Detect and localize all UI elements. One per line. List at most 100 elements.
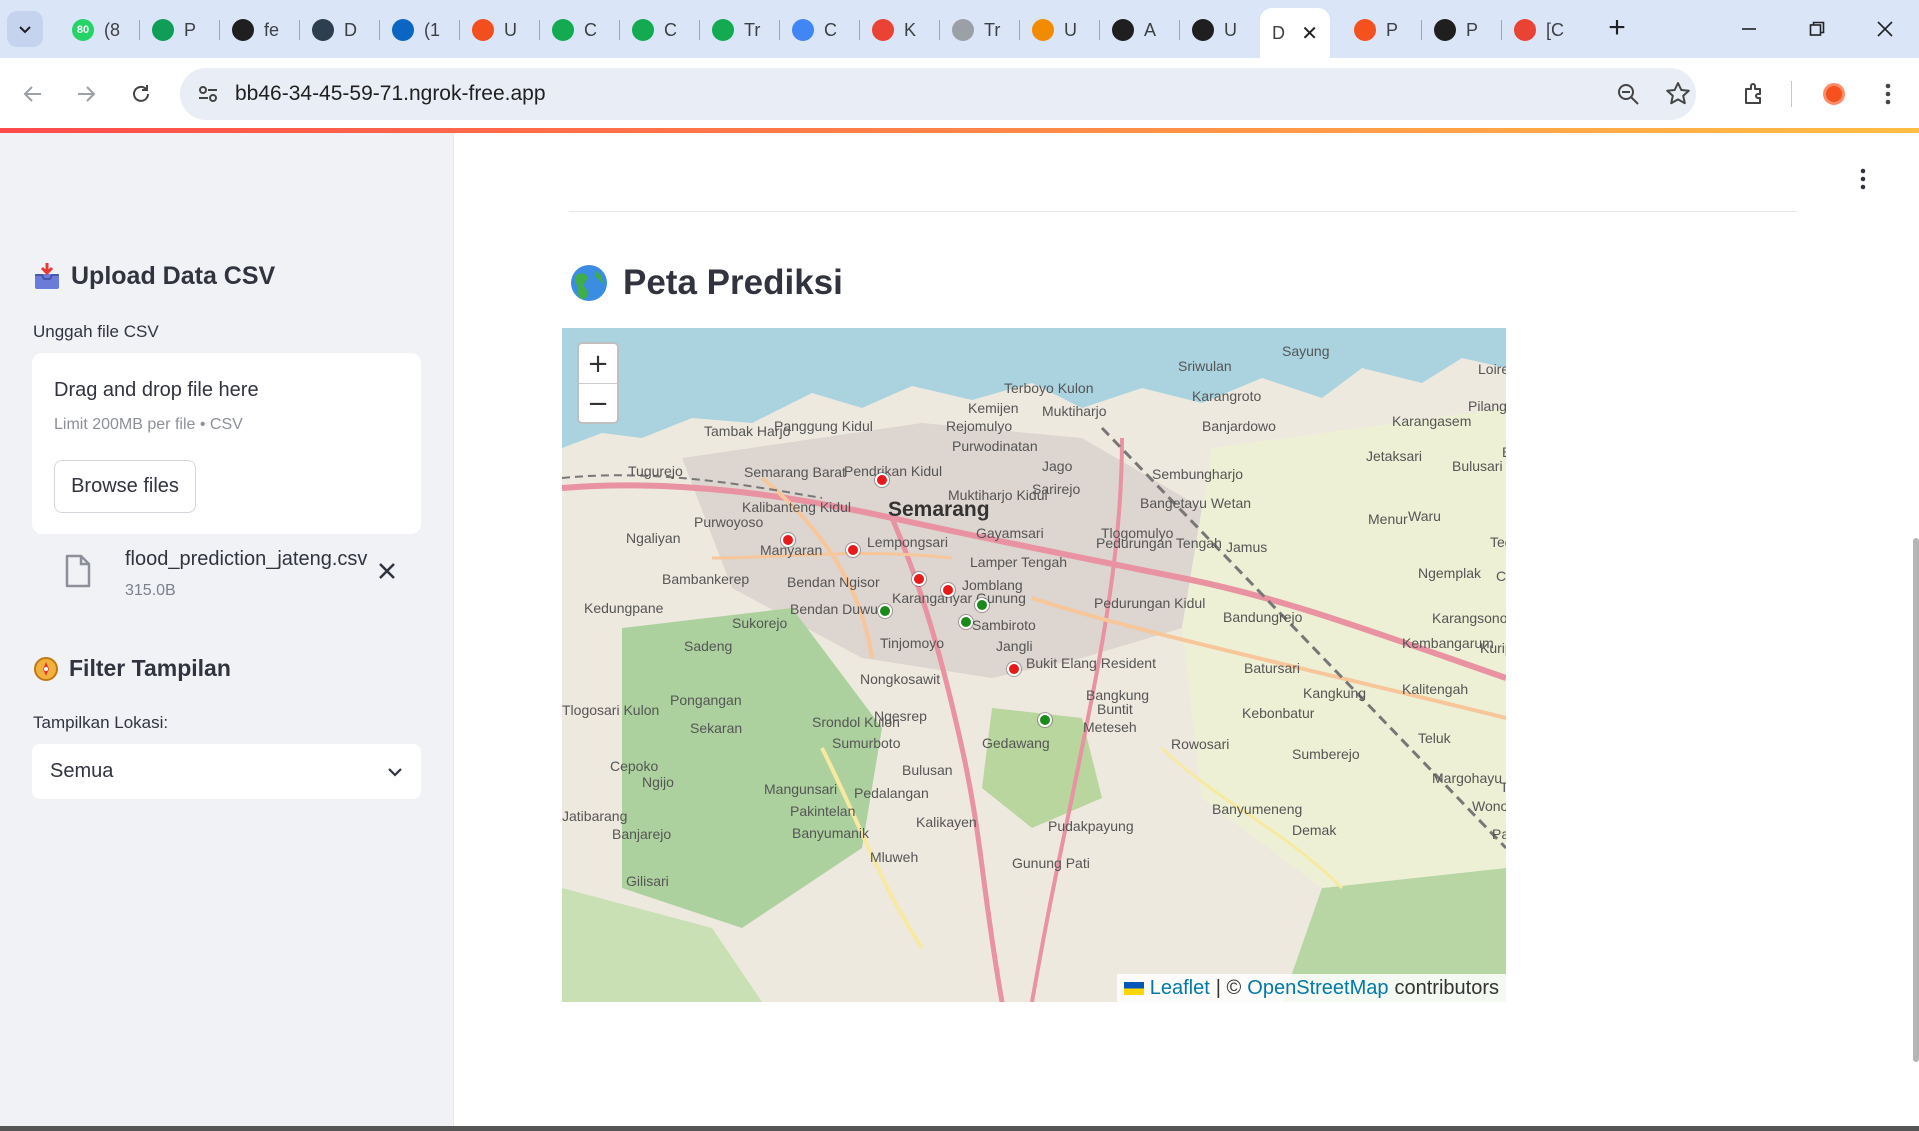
safe-marker[interactable] xyxy=(878,604,892,618)
browser-tab[interactable]: Tr xyxy=(940,10,1020,50)
map-place-label: Karangsono xyxy=(1432,610,1506,626)
browser-tab[interactable]: D ✕ xyxy=(1260,8,1330,58)
tab-search-button[interactable] xyxy=(7,11,43,47)
upload-heading: Upload Data CSV xyxy=(33,261,275,291)
gmail-icon xyxy=(872,19,894,41)
browser-tab[interactable]: Tr xyxy=(700,10,780,50)
map-place-label: Padan xyxy=(1492,826,1506,842)
browser-tab[interactable]: C xyxy=(620,10,700,50)
browser-tab-label: C xyxy=(664,19,677,40)
browser-tab[interactable]: A xyxy=(1100,10,1180,50)
browser-tab-label: Tr xyxy=(744,19,761,40)
map-place-label: Karanganyar Gunung xyxy=(892,590,1026,606)
map-place-label: Kalikayen xyxy=(916,814,977,830)
uploaded-file: flood_prediction_jateng.csv 315.0B xyxy=(60,548,420,618)
browser-tab[interactable]: [C xyxy=(1502,10,1582,50)
address-bar[interactable]: bb46-34-45-59-71.ngrok-free.app xyxy=(180,68,1696,120)
map-place-label: Menur xyxy=(1368,511,1408,527)
zoom-icon[interactable] xyxy=(1616,82,1640,106)
browser-tab[interactable]: P xyxy=(1342,10,1422,50)
browser-tab[interactable]: P xyxy=(1422,10,1502,50)
map-place-label: Jangli xyxy=(996,638,1033,654)
flood-marker[interactable] xyxy=(1007,662,1021,676)
zoom-out-button[interactable]: − xyxy=(579,384,617,423)
flood-marker[interactable] xyxy=(846,543,860,557)
map-place-label: Muktiharjo xyxy=(1042,403,1107,419)
linkedin-icon xyxy=(392,19,414,41)
osm-link[interactable]: OpenStreetMap xyxy=(1247,977,1388,1000)
safe-marker[interactable] xyxy=(1038,713,1052,727)
browser-tab[interactable]: fe xyxy=(220,10,300,50)
browser-tab[interactable]: C xyxy=(780,10,860,50)
browse-files-button[interactable]: Browse files xyxy=(54,460,196,513)
map-place-label: Gayamsari xyxy=(976,525,1044,541)
map-place-label: Karangasem xyxy=(1392,413,1472,429)
reload-button[interactable] xyxy=(123,76,159,112)
browser-tab[interactable]: U xyxy=(460,10,540,50)
browser-tab[interactable]: U xyxy=(1020,10,1100,50)
browser-tab[interactable]: 80 (8 xyxy=(60,10,140,50)
map-place-label: Rejomulyo xyxy=(946,418,1013,434)
map-place-label: Sambiroto xyxy=(972,617,1036,633)
compass-icon xyxy=(34,656,58,681)
browser-tab[interactable]: U xyxy=(1180,10,1260,50)
browser-tab[interactable]: (1 xyxy=(380,10,460,50)
map-place-label: Pongangan xyxy=(670,692,742,708)
page-title-text: Peta Prediksi xyxy=(623,263,843,302)
minimize-button[interactable] xyxy=(1734,14,1764,44)
chevron-down-icon xyxy=(388,768,402,777)
github-icon xyxy=(1192,19,1214,41)
profile-button[interactable] xyxy=(1816,76,1852,112)
leaflet-link[interactable]: Leaflet xyxy=(1150,977,1210,1000)
filter-heading: Filter Tampilan xyxy=(33,655,231,682)
app-menu-button[interactable] xyxy=(1860,168,1866,195)
safe-marker[interactable] xyxy=(975,598,989,612)
map-place-label: Muktiharjo Kidul xyxy=(948,487,1048,503)
map-place-label: Bangetayu Wetan xyxy=(1140,495,1252,511)
remove-file-icon[interactable] xyxy=(378,562,396,580)
taskbar-edge xyxy=(0,1126,1919,1131)
browser-tab[interactable]: K xyxy=(860,10,940,50)
map-place-label: Demak xyxy=(1292,822,1337,838)
map-place-label: Bendan Ngisor xyxy=(787,574,880,590)
map-place-label: Tegalarum xyxy=(1490,534,1506,550)
map-place-label: Tugurejo xyxy=(628,463,683,479)
location-filter-select[interactable]: Semua xyxy=(32,744,421,799)
close-tab-icon[interactable]: ✕ xyxy=(1301,21,1318,46)
map-place-label: Wonosekar xyxy=(1472,798,1506,814)
map-place-label: Sayung xyxy=(1282,343,1330,359)
ukraine-flag-icon xyxy=(1123,981,1144,995)
file-name: flood_prediction_jateng.csv xyxy=(125,548,368,570)
zoom-in-button[interactable]: + xyxy=(579,344,617,383)
url-text: bb46-34-45-59-71.ngrok-free.app xyxy=(235,82,546,105)
browser-tab[interactable]: C xyxy=(540,10,620,50)
map-place-label: Teluk xyxy=(1418,730,1451,746)
close-icon xyxy=(1877,21,1893,37)
browser-tab[interactable]: P xyxy=(140,10,220,50)
map-place-label: Pilangsari xyxy=(1468,398,1506,414)
restore-button[interactable] xyxy=(1802,14,1832,44)
map-place-label: Banyumanik xyxy=(792,825,870,841)
close-window-button[interactable] xyxy=(1870,14,1900,44)
flood-marker[interactable] xyxy=(875,473,889,487)
star-icon[interactable] xyxy=(1665,81,1691,107)
file-dropzone[interactable]: Drag and drop file here Limit 200MB per … xyxy=(32,353,421,534)
map-place-label: Pakintelan xyxy=(790,803,856,819)
file-size: 315.0B xyxy=(125,582,176,599)
back-button[interactable] xyxy=(15,76,51,112)
browser-tab[interactable]: D xyxy=(300,10,380,50)
browser-menu-button[interactable] xyxy=(1870,76,1906,112)
browser-tab-label: K xyxy=(904,19,917,40)
forward-button[interactable] xyxy=(68,76,104,112)
safe-marker[interactable] xyxy=(959,615,973,629)
new-tab-button[interactable]: + xyxy=(1602,11,1632,44)
scrollbar-thumb[interactable] xyxy=(1913,538,1919,1062)
restore-icon xyxy=(1809,21,1825,36)
browser-tab-label: fe xyxy=(264,19,280,40)
prediction-map[interactable]: Sayung Sriwulan Terboyo Kulon Kemijen Muktih… xyxy=(562,328,1506,1002)
flood-marker[interactable] xyxy=(941,583,955,597)
flood-marker[interactable] xyxy=(912,572,926,586)
site-settings-icon[interactable] xyxy=(197,83,219,105)
extensions-button[interactable] xyxy=(1736,76,1772,112)
flood-marker[interactable] xyxy=(781,533,795,547)
